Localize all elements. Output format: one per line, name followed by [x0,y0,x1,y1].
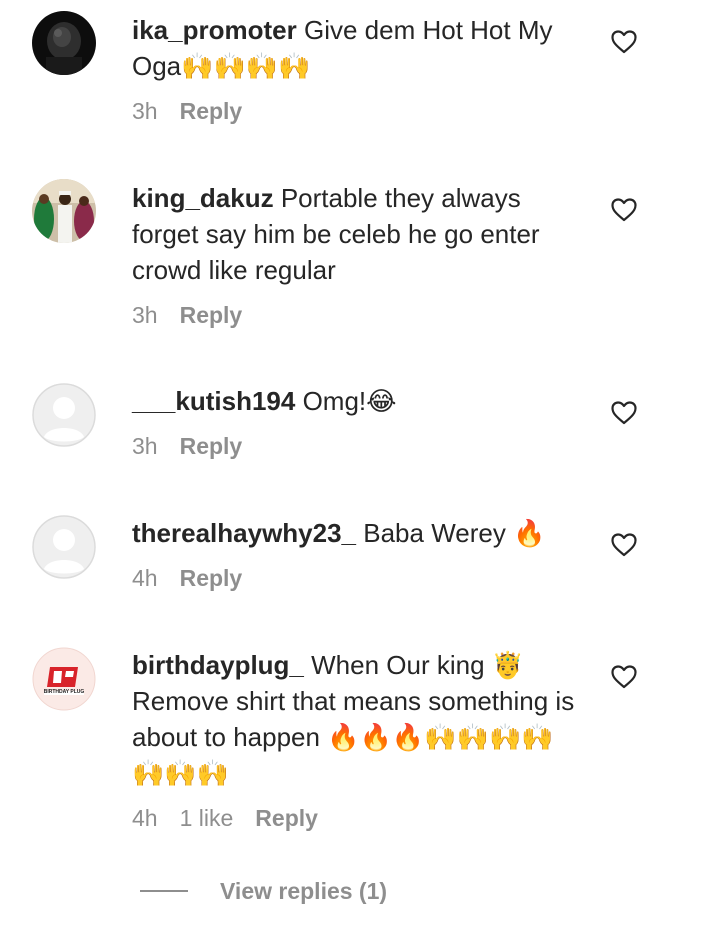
reply-button[interactable]: Reply [255,803,318,833]
view-replies-label[interactable]: View replies (1) [220,876,387,906]
comment-time: 4h [132,805,158,831]
avatar[interactable]: BIRTHDAY PLUG [32,647,96,711]
view-replies-button[interactable]: View replies (1) [140,876,387,906]
comment-time: 3h [132,98,158,124]
comment-time: 3h [132,302,158,328]
avatar[interactable] [32,179,96,243]
reply-button[interactable]: Reply [180,300,243,330]
comment-username[interactable]: therealhaywhy23_ [132,518,356,548]
like-heart-icon[interactable] [611,401,637,425]
like-heart-icon[interactable] [611,30,637,54]
comment-username[interactable]: ika_promoter [132,15,297,45]
comment-text: birthdayplug_ When Our king 🤴 Remove shi… [132,647,582,791]
comment-body: Baba Werey 🔥 [363,518,546,548]
like-heart-icon[interactable] [611,665,637,689]
comment-time: 4h [132,565,158,591]
like-count[interactable]: 1 like [180,803,234,833]
comment-username[interactable]: birthdayplug_ [132,650,304,680]
comment-text: king_dakuz Portable they always forget s… [132,180,582,288]
event-photo-icon [32,179,96,243]
comment-text: ika_promoter Give dem Hot Hot My Oga🙌🙌🙌🙌 [132,12,582,84]
reply-button[interactable]: Reply [180,96,243,126]
default-avatar-icon [32,383,96,447]
reply-button[interactable]: Reply [180,563,243,593]
comment-text: ___kutish194 Omg!😂 [132,383,582,419]
comment-username[interactable]: ___kutish194 [132,386,295,416]
comment-username[interactable]: king_dakuz [132,183,274,213]
avatar-logo-text: BIRTHDAY PLUG [43,689,85,695]
like-heart-icon[interactable] [611,198,637,222]
default-avatar-icon [32,515,96,579]
reply-button[interactable]: Reply [180,431,243,461]
comment-body: Omg!😂 [302,386,397,416]
divider-line [140,890,188,892]
avatar[interactable] [32,383,96,447]
comment-time: 3h [132,433,158,459]
avatar[interactable] [32,11,96,75]
comment-text: therealhaywhy23_ Baba Werey 🔥 [132,515,582,551]
like-heart-icon[interactable] [611,533,637,557]
profile-photo-icon [32,11,96,75]
avatar[interactable] [32,515,96,579]
birthday-plug-logo-icon [32,647,96,711]
